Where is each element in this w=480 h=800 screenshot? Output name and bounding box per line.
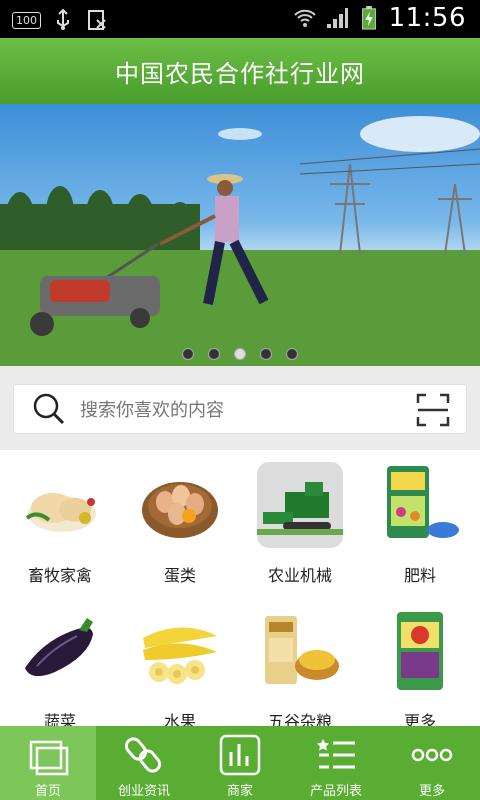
tab-label: 产品列表 <box>309 784 362 799</box>
tab-item[interactable]: 商家 <box>192 726 288 800</box>
category-item[interactable]: 肥料 <box>360 450 480 586</box>
search-bar[interactable]: 搜索你喜欢的内容 <box>13 384 467 434</box>
category-label: 农业机械 <box>267 566 332 585</box>
page-title: 中国农民合作社行业网 <box>115 59 365 88</box>
category-item[interactable]: 蔬菜 <box>0 596 120 732</box>
clock-time: 11:56 <box>388 3 466 33</box>
carousel-dot[interactable] <box>260 348 272 360</box>
file-icon <box>88 10 106 30</box>
carousel-dot[interactable] <box>234 348 246 360</box>
home-icon <box>27 734 69 776</box>
tab-item[interactable]: 产品列表 <box>288 726 384 800</box>
scan-icon[interactable] <box>416 393 450 427</box>
usb-icon <box>57 8 69 30</box>
banana-icon <box>137 608 223 694</box>
more-dots-icon <box>411 734 453 776</box>
tab-item[interactable]: 首页 <box>0 726 96 800</box>
category-item[interactable]: 蛋类 <box>120 450 240 586</box>
tab-label: 更多 <box>418 784 445 799</box>
wifi-icon <box>293 9 316 27</box>
signal-icon <box>326 8 348 28</box>
eggplant-icon <box>17 608 103 694</box>
tab-label: 创业资讯 <box>117 784 170 799</box>
search-icon[interactable] <box>32 392 66 426</box>
category-label: 肥料 <box>403 566 436 585</box>
tab-label: 商家 <box>226 784 253 799</box>
search-area: 搜索你喜欢的内容 <box>0 366 480 450</box>
category-label: 蛋类 <box>163 566 196 585</box>
grain-icon <box>257 608 343 694</box>
list-icon <box>315 734 357 776</box>
tab-label: 首页 <box>34 784 61 799</box>
tab-item[interactable]: 创业资讯 <box>96 726 192 800</box>
battery-badge: 100 <box>12 11 41 29</box>
banner-image <box>0 116 480 366</box>
category-item[interactable]: 更多 <box>360 596 480 732</box>
eggs-icon <box>137 462 223 548</box>
category-item[interactable]: 畜牧家禽 <box>0 450 120 586</box>
status-bar: 100 11:56 <box>0 0 480 38</box>
carousel-dot[interactable] <box>182 348 194 360</box>
tab-item[interactable]: 更多 <box>384 726 480 800</box>
category-item[interactable]: 水果 <box>120 596 240 732</box>
category-item[interactable]: 五谷杂粮 <box>240 596 360 732</box>
rice-bag-icon <box>377 608 463 694</box>
bar-chart-icon <box>219 734 261 776</box>
app-header: 中国农民合作社行业网 <box>0 38 480 104</box>
fertilizer-icon <box>377 462 463 548</box>
battery-icon <box>361 6 376 30</box>
search-input[interactable]: 搜索你喜欢的内容 <box>80 396 224 422</box>
category-item[interactable]: 农业机械 <box>240 450 360 586</box>
bottom-tab-bar: 首页 创业资讯 商家 产品列表 更多 <box>0 726 480 800</box>
category-label: 畜牧家禽 <box>27 566 92 585</box>
carousel-indicator <box>0 348 480 360</box>
harvester-icon <box>257 462 343 548</box>
carousel-dot[interactable] <box>286 348 298 360</box>
link-icon <box>123 734 165 776</box>
category-grid: 畜牧家禽 蛋类 农业机械 肥料蔬菜 水果 五谷杂粮 更多 <box>0 450 480 731</box>
carousel-dot[interactable] <box>208 348 220 360</box>
banner-carousel[interactable] <box>0 104 480 366</box>
poultry-icon <box>17 462 103 548</box>
